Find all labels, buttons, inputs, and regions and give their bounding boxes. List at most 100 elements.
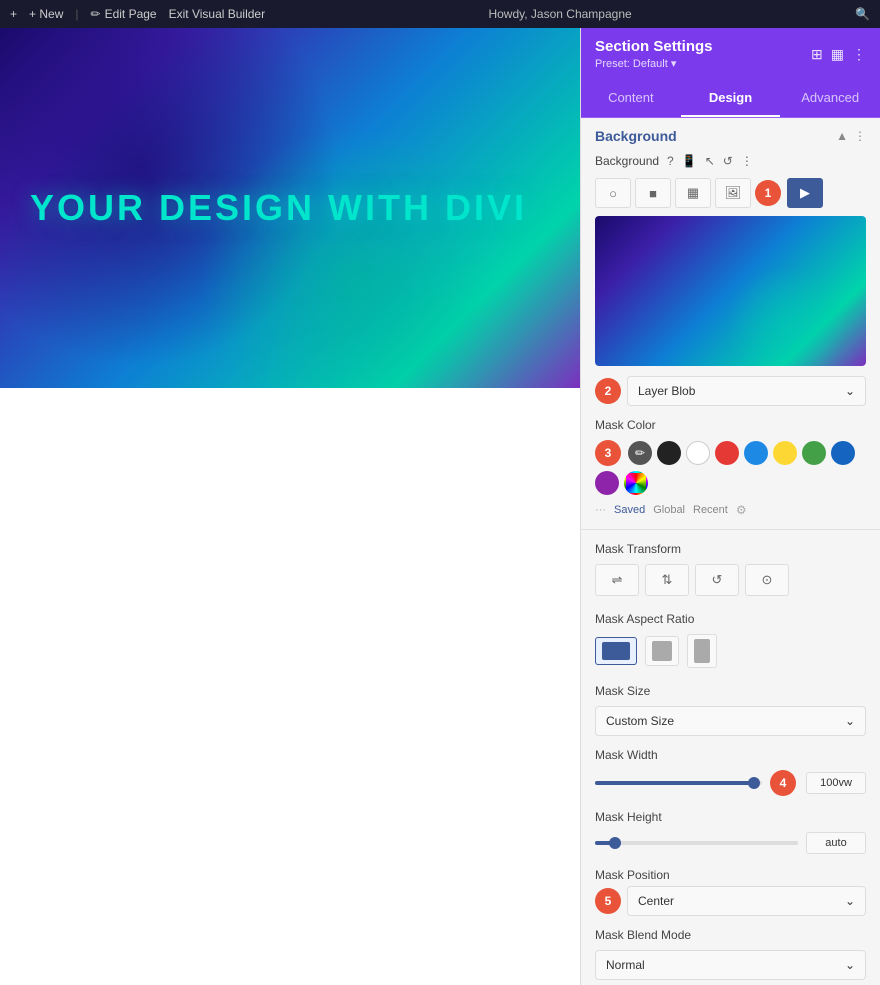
bg-type-gradient[interactable]: ▦ — [675, 178, 711, 208]
mask-transform-label: Mask Transform — [581, 534, 880, 560]
canvas-area: YOUR DESIGN WITH DIVI Use vw length unit… — [0, 28, 580, 985]
main-area: YOUR DESIGN WITH DIVI Use vw length unit… — [0, 28, 880, 985]
mask-size-label: Mask Size — [581, 676, 880, 702]
panel-tabs: Content Design Advanced — [581, 80, 880, 118]
background-type-row: ○ ■ ▦ 🖼 1 ▶ — [581, 174, 880, 216]
mask-transform-row: ⇌ ⇅ ↺ ⊙ — [581, 560, 880, 604]
global-link[interactable]: Global — [653, 504, 685, 516]
separator: | — [75, 7, 78, 21]
color-purple[interactable] — [595, 471, 619, 495]
mask-width-label: Mask Width — [581, 740, 880, 766]
mask-width-row: 4 100vw — [581, 766, 880, 802]
color-yellow[interactable] — [773, 441, 797, 465]
mask-width-fill — [595, 781, 754, 785]
transform-flip-v[interactable]: ⇅ — [645, 564, 689, 596]
step-4-badge: 4 — [770, 770, 796, 796]
transform-rotate[interactable]: ↺ — [695, 564, 739, 596]
mask-height-track[interactable] — [595, 841, 798, 845]
mask-height-row: auto — [581, 828, 880, 860]
section-more-icon[interactable]: ⋮ — [854, 129, 866, 143]
mask-aspect-label: Mask Aspect Ratio — [581, 604, 880, 630]
panel-header-icons: ⊞ ▦ ⋮ — [811, 46, 866, 63]
help-icon[interactable]: ? — [667, 154, 674, 168]
mask-aspect-row — [581, 630, 880, 676]
search-icon[interactable]: 🔍 — [855, 7, 870, 21]
hero-section: YOUR DESIGN WITH DIVI — [0, 28, 580, 388]
step-2-badge: 2 — [595, 378, 621, 404]
user-greeting: Howdy, Jason Champagne — [277, 7, 843, 21]
panel-header: Section Settings Preset: Default ▾ ⊞ ▦ ⋮ — [581, 28, 880, 80]
canvas-body: Use vw length unit forMask width Set mas… — [0, 388, 580, 468]
panel-preset[interactable]: Preset: Default ▾ — [595, 57, 713, 70]
right-panel: Section Settings Preset: Default ▾ ⊞ ▦ ⋮… — [580, 28, 880, 985]
step-3-badge: 3 — [595, 440, 621, 466]
undo-icon[interactable]: ↺ — [723, 154, 733, 168]
color-dark-blue[interactable] — [831, 441, 855, 465]
transform-reset[interactable]: ⊙ — [745, 564, 789, 596]
top-bar: + + New | ✏ Edit Page Exit Visual Builde… — [0, 0, 880, 28]
aspect-tall[interactable] — [687, 634, 717, 668]
mask-blend-dropdown[interactable]: Normal ⌄ — [595, 950, 866, 980]
layer-blob-dropdown[interactable]: Layer Blob ⌄ — [627, 376, 866, 406]
mask-position-arrow: ⌄ — [845, 894, 855, 908]
mask-color-label: Mask Color — [581, 410, 880, 436]
dots-icon: ··· — [595, 504, 606, 516]
panel-title: Section Settings — [595, 38, 713, 55]
color-white[interactable] — [686, 441, 710, 465]
mask-width-thumb[interactable] — [748, 777, 760, 789]
step-5-badge: 5 — [595, 888, 621, 914]
mask-size-arrow: ⌄ — [845, 714, 855, 728]
exit-visual-builder-button[interactable]: Exit Visual Builder — [169, 7, 266, 21]
new-button[interactable]: + New — [29, 7, 63, 21]
add-icon: + — [10, 7, 17, 21]
bg-type-none[interactable]: ○ — [595, 178, 631, 208]
color-black[interactable] — [657, 441, 681, 465]
background-label-row: Background ? 📱 ↖ ↺ ⋮ — [581, 150, 880, 174]
section-heading-controls: ▲ ⋮ — [836, 129, 866, 143]
aspect-square[interactable] — [645, 636, 679, 666]
mask-position-label: Mask Position — [581, 860, 880, 886]
mask-width-value[interactable]: 100vw — [806, 772, 866, 794]
tab-content[interactable]: Content — [581, 80, 681, 117]
bg-more-icon[interactable]: ⋮ — [741, 154, 753, 168]
recent-link[interactable]: Recent — [693, 504, 728, 516]
more-options-icon[interactable]: ⋮ — [852, 46, 866, 63]
mask-size-dropdown[interactable]: Custom Size ⌄ — [595, 706, 866, 736]
bg-type-color[interactable]: ■ — [635, 178, 671, 208]
cursor-icon[interactable]: ↖ — [705, 154, 715, 168]
mask-blend-label: Mask Blend Mode — [581, 920, 880, 946]
mask-blend-arrow: ⌄ — [845, 958, 855, 972]
collapse-icon[interactable]: ▲ — [836, 129, 848, 143]
responsive-toggle-icon[interactable]: 📱 — [682, 154, 697, 168]
divider-1 — [581, 529, 880, 530]
gear-icon[interactable]: ⚙ — [736, 503, 747, 517]
section-heading-background: Background ▲ ⋮ — [581, 118, 880, 150]
color-blue[interactable] — [744, 441, 768, 465]
transform-flip-h[interactable]: ⇌ — [595, 564, 639, 596]
edit-page-button[interactable]: ✏ Edit Page — [91, 7, 157, 21]
saved-link[interactable]: Saved — [614, 504, 645, 516]
aspect-wide[interactable] — [595, 637, 637, 665]
bg-type-image[interactable]: 🖼 — [715, 178, 751, 208]
mask-height-value[interactable]: auto — [806, 832, 866, 854]
background-image-preview[interactable] — [595, 216, 866, 366]
section-heading-title: Background — [595, 128, 677, 144]
eyedropper-swatch[interactable]: ✏ — [628, 441, 652, 465]
saved-row: ··· Saved Global Recent ⚙ — [581, 501, 880, 525]
color-red[interactable] — [715, 441, 739, 465]
dropdown-arrow: ⌄ — [845, 384, 855, 398]
mask-height-thumb[interactable] — [609, 837, 621, 849]
mask-position-dropdown[interactable]: Center ⌄ — [627, 886, 866, 916]
pencil-icon: ✏ — [91, 7, 101, 21]
mask-width-track[interactable] — [595, 781, 762, 785]
responsive-icon[interactable]: ⊞ — [811, 46, 823, 63]
tab-design[interactable]: Design — [681, 80, 781, 117]
color-swatches-row: 3 ✏ — [581, 436, 880, 501]
bg-type-video[interactable]: ▶ — [787, 178, 823, 208]
color-green[interactable] — [802, 441, 826, 465]
mask-height-label: Mask Height — [581, 802, 880, 828]
layout-icon[interactable]: ▦ — [831, 46, 844, 63]
tab-advanced[interactable]: Advanced — [780, 80, 880, 117]
color-rainbow[interactable] — [624, 471, 648, 495]
background-label: Background — [595, 154, 659, 168]
